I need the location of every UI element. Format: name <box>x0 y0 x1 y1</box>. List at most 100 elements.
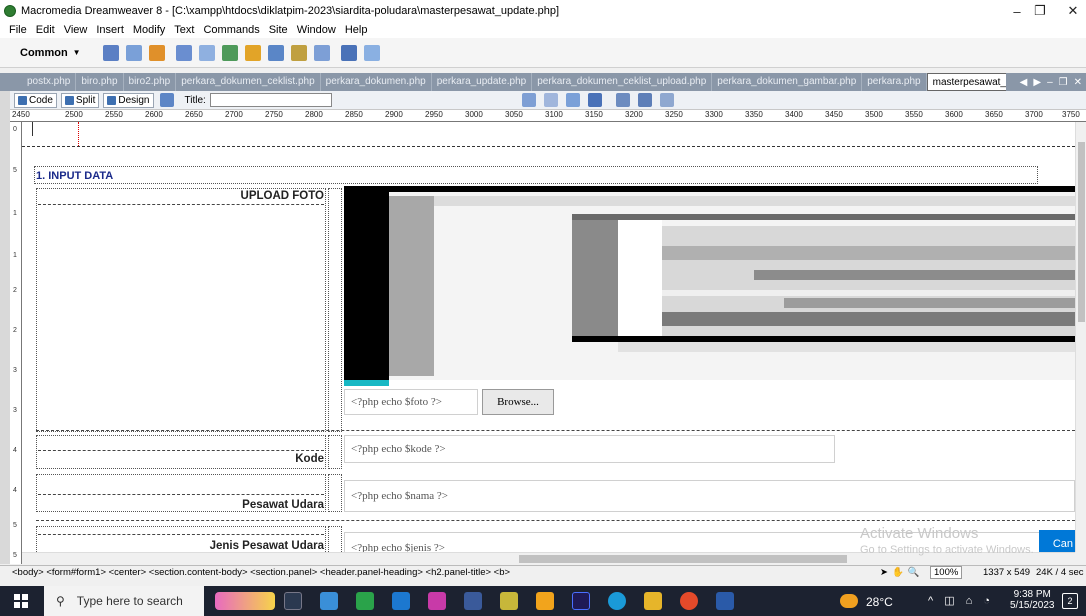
taskbar-search[interactable]: ⚲ Type here to search <box>44 586 204 616</box>
close-button[interactable]: ✕ <box>1050 0 1086 22</box>
search-icon: ⚲ <box>56 594 65 608</box>
taskbar-widget-icon[interactable] <box>215 592 275 610</box>
app-icon[interactable] <box>428 592 446 610</box>
table-icon[interactable] <box>175 44 192 61</box>
file-explorer-icon[interactable] <box>644 592 662 610</box>
tag-chooser-icon[interactable] <box>340 44 357 61</box>
comment-icon[interactable] <box>290 44 307 61</box>
task-view-icon[interactable] <box>284 592 302 610</box>
file-management-icon[interactable] <box>521 93 536 107</box>
doc-restore-icon[interactable]: ❐ <box>1059 77 1068 88</box>
menu-modify[interactable]: Modify <box>133 24 165 36</box>
menu-commands[interactable]: Commands <box>203 24 259 36</box>
chrome-icon[interactable] <box>680 592 698 610</box>
menu-help[interactable]: Help <box>345 24 368 36</box>
visual-aids-icon[interactable] <box>659 93 674 107</box>
windows-start-icon[interactable] <box>14 594 28 608</box>
guide-marker <box>32 122 33 136</box>
weather-icon <box>840 594 858 608</box>
document-tabs: postx.php biro.php biro2.php perkara_dok… <box>0 73 1086 91</box>
foto-preview-image <box>344 186 1075 386</box>
vertical-scroll-thumb[interactable] <box>1078 142 1085 322</box>
weather-temp: 28°C <box>866 595 893 609</box>
menu-view[interactable]: View <box>64 24 88 36</box>
notification-icon[interactable]: 2 <box>1062 593 1078 609</box>
globe-icon[interactable] <box>587 93 602 107</box>
download-size: 24K / 4 sec <box>1036 567 1084 578</box>
word-icon[interactable] <box>716 592 734 610</box>
store-icon[interactable] <box>320 592 338 610</box>
yellow-app-icon[interactable] <box>500 592 518 610</box>
tab-postx[interactable]: postx.php <box>22 73 77 91</box>
system-tray-icons[interactable]: ^ ◫ ⌂ ◔ <box>928 594 994 607</box>
vertical-scrollbar[interactable] <box>1075 122 1086 552</box>
dolphin-app-icon[interactable] <box>464 592 482 610</box>
menu-edit[interactable]: Edit <box>36 24 55 36</box>
menu-text[interactable]: Text <box>174 24 194 36</box>
tab-scroll-left-icon[interactable]: ◀ <box>1020 77 1028 88</box>
preview-browser-icon[interactable] <box>543 93 558 107</box>
horizontal-scroll-thumb[interactable] <box>519 555 847 563</box>
cancel-button[interactable]: Can <box>1039 530 1075 552</box>
tab-perkara[interactable]: perkara.php <box>862 73 927 91</box>
zoom-tool-icon[interactable]: 🔍 <box>908 567 920 578</box>
named-anchor-icon[interactable] <box>148 44 165 61</box>
upload-label-cell <box>36 188 326 432</box>
menu-site[interactable]: Site <box>269 24 288 36</box>
tag-selector[interactable]: <body> <form#form1> <center> <section.co… <box>12 567 510 578</box>
select-tool-icon[interactable]: ➤ <box>880 567 888 578</box>
refresh-icon[interactable] <box>615 93 630 107</box>
clock[interactable]: 9:38 PM 5/15/2023 <box>1010 589 1055 611</box>
layer-icon[interactable] <box>198 44 215 61</box>
menu-insert[interactable]: Insert <box>96 24 124 36</box>
design-view-icon <box>107 95 117 105</box>
split-view-button[interactable]: Split <box>60 92 100 108</box>
upload-foto-label: UPLOAD FOTO <box>240 190 324 202</box>
doc-minimize-icon[interactable]: – <box>1047 77 1053 88</box>
debug-icon[interactable] <box>565 93 580 107</box>
snippet-icon[interactable] <box>363 44 380 61</box>
top-dashed-line <box>22 146 1075 147</box>
zoom-select[interactable]: 100% <box>930 566 963 579</box>
doc-close-icon[interactable]: ✕ <box>1074 77 1082 88</box>
tab-perkara-dokumen-ceklist[interactable]: perkara_dokumen_ceklist.php <box>176 73 321 91</box>
tab-biro2[interactable]: biro2.php <box>124 73 177 91</box>
guide-red <box>78 122 79 146</box>
insert-category-dropdown[interactable]: Common ▼ <box>20 47 81 59</box>
tab-scroll-right-icon[interactable]: ▶ <box>1033 77 1041 88</box>
code-view-button[interactable]: Code <box>14 92 57 108</box>
dreamweaver-taskbar-icon[interactable] <box>356 592 374 610</box>
activate-windows-subtext: Go to Settings to activate Windows. <box>860 544 1034 556</box>
tab-controls: ◀ ▶ – ❐ ✕ <box>1006 73 1086 91</box>
design-view-button[interactable]: Design <box>103 92 154 108</box>
tab-perkara-dokumen-ceklist-upload[interactable]: perkara_dokumen_ceklist_upload.php <box>532 73 713 91</box>
view-options-icon[interactable] <box>637 93 652 107</box>
menu-file[interactable]: File <box>9 24 27 36</box>
hyperlink-icon[interactable] <box>102 44 119 61</box>
date-icon[interactable] <box>267 44 284 61</box>
window-size[interactable]: 1337 x 549 <box>983 567 1030 578</box>
media-icon[interactable] <box>244 44 261 61</box>
browse-button[interactable]: Browse... <box>482 389 554 415</box>
foto-file-input[interactable]: <?php echo $foto ?> <box>344 389 478 415</box>
menu-window[interactable]: Window <box>297 24 336 36</box>
template-icon[interactable] <box>313 44 330 61</box>
tab-perkara-update[interactable]: perkara_update.php <box>432 73 533 91</box>
mail-icon[interactable] <box>392 592 410 610</box>
live-data-icon[interactable] <box>159 93 174 107</box>
tab-perkara-dokumen-gambar[interactable]: perkara_dokumen_gambar.php <box>712 73 863 91</box>
edge-icon[interactable] <box>608 592 626 610</box>
winamp-icon[interactable] <box>536 592 554 610</box>
kode-input[interactable]: <?php echo $kode ?> <box>344 435 835 463</box>
nama-input[interactable]: <?php echo $nama ?> <box>344 480 1075 512</box>
title-bar: Macromedia Dreamweaver 8 - [C:\xampp\htd… <box>0 0 1086 22</box>
tab-biro[interactable]: biro.php <box>76 73 124 91</box>
title-label: Title: <box>184 94 206 106</box>
title-input[interactable] <box>209 93 332 107</box>
design-canvas[interactable]: 1. INPUT DATA UPLOAD FOTO <?php echo $fo… <box>22 122 1075 552</box>
hand-tool-icon[interactable]: ✋ <box>892 567 904 578</box>
image-icon[interactable] <box>221 44 238 61</box>
email-link-icon[interactable] <box>125 44 142 61</box>
tab-perkara-dokumen[interactable]: perkara_dokumen.php <box>321 73 432 91</box>
photoshop-icon[interactable] <box>572 592 590 610</box>
